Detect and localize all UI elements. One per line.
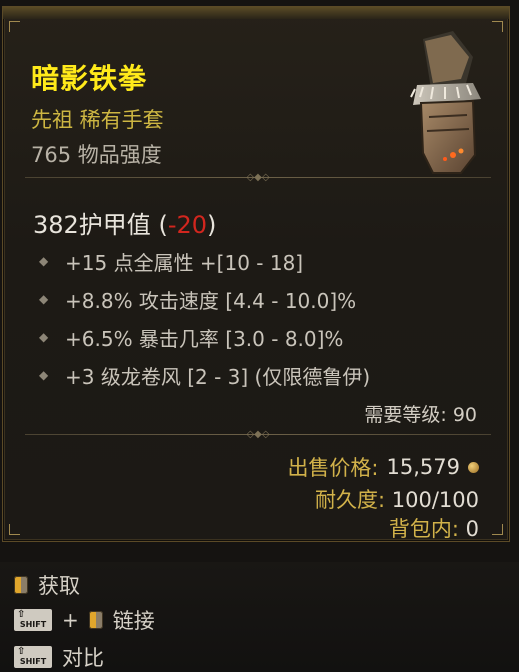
durability: 耐久度: 100/100 [315, 484, 479, 514]
shift-key-icon: SHIFT [14, 609, 52, 631]
shift-key-icon: SHIFT [14, 646, 52, 668]
armor-paren-open: ( [150, 211, 168, 239]
item-rarity: 先祖 稀有手套 [31, 108, 164, 132]
required-level: 需要等级: 90 [364, 404, 477, 426]
acquire-action[interactable]: 获取 [14, 570, 80, 600]
affix-text: +15 点全属性 +[10 - 18] [65, 250, 304, 275]
bullet-icon: ◆ [39, 292, 49, 306]
section-divider: ◇◆◇ [25, 429, 491, 440]
item-name: 暗影铁拳 [31, 62, 148, 95]
armor-value: 382护甲值 [33, 211, 151, 239]
in-bag-label: 背包内: [388, 517, 459, 541]
bullet-icon: ◆ [39, 368, 49, 382]
acquire-label: 获取 [38, 574, 80, 598]
armor-diff: -20 [167, 211, 208, 239]
in-bag-count: 背包内: 0 [389, 513, 479, 543]
gold-coin-icon [468, 461, 479, 473]
affix-line: ◆ +6.5% 暴击几率 [3.0 - 8.0]% [39, 318, 370, 356]
mouse-left-icon [14, 576, 28, 594]
action-hints: 获取 SHIFT + 链接 SHIFT 对比 [0, 562, 519, 672]
tooltip-header-bar [3, 7, 509, 19]
corner-ornament [492, 524, 503, 535]
affix-line: ◆ +8.8% 攻击速度 [4.4 - 10.0]% [39, 280, 370, 318]
bullet-icon: ◆ [39, 254, 49, 268]
sell-price-value: 15,579 [386, 455, 460, 479]
item-power: 765 物品强度 [31, 143, 162, 167]
mouse-left-icon [88, 611, 103, 629]
corner-ornament [9, 524, 20, 535]
item-tooltip: 暗影铁拳 先祖 稀有手套 765 物品强度 ◇◆◇ 382护甲值 (-20) ◆ [2, 6, 510, 542]
affix-line: ◆ +3 级龙卷风 [2 - 3] (仅限德鲁伊) [39, 356, 370, 394]
compare-action[interactable]: SHIFT 对比 [14, 642, 104, 672]
affix-text: +3 级龙卷风 [2 - 3] (仅限德鲁伊) [65, 364, 371, 389]
bullet-icon: ◆ [39, 330, 49, 344]
durability-label: 耐久度: [314, 488, 386, 512]
section-divider: ◇◆◇ [25, 172, 491, 183]
durability-value: 100/100 [391, 488, 479, 512]
armor-stat: 382护甲值 (-20) [33, 205, 216, 240]
affix-text: +8.8% 攻击速度 [4.4 - 10.0]% [65, 288, 357, 313]
link-action[interactable]: SHIFT + 链接 [14, 605, 155, 635]
corner-ornament [9, 21, 20, 32]
affix-text: +6.5% 暴击几率 [3.0 - 8.0]% [65, 326, 344, 351]
compare-label: 对比 [62, 646, 104, 670]
affix-list: ◆ +15 点全属性 +[10 - 18] ◆ +8.8% 攻击速度 [4.4 - … [39, 242, 370, 394]
gauntlet-icon [410, 31, 481, 174]
sell-price: 出售价格: 15,579 [287, 452, 479, 482]
link-label: 链接 [112, 609, 155, 633]
corner-ornament [492, 21, 503, 32]
armor-paren-close: ) [207, 211, 217, 239]
in-bag-value: 0 [465, 517, 479, 541]
affix-line: ◆ +15 点全属性 +[10 - 18] [39, 242, 370, 280]
sell-price-label: 出售价格: [287, 456, 379, 480]
plus-sign: + [62, 608, 79, 632]
